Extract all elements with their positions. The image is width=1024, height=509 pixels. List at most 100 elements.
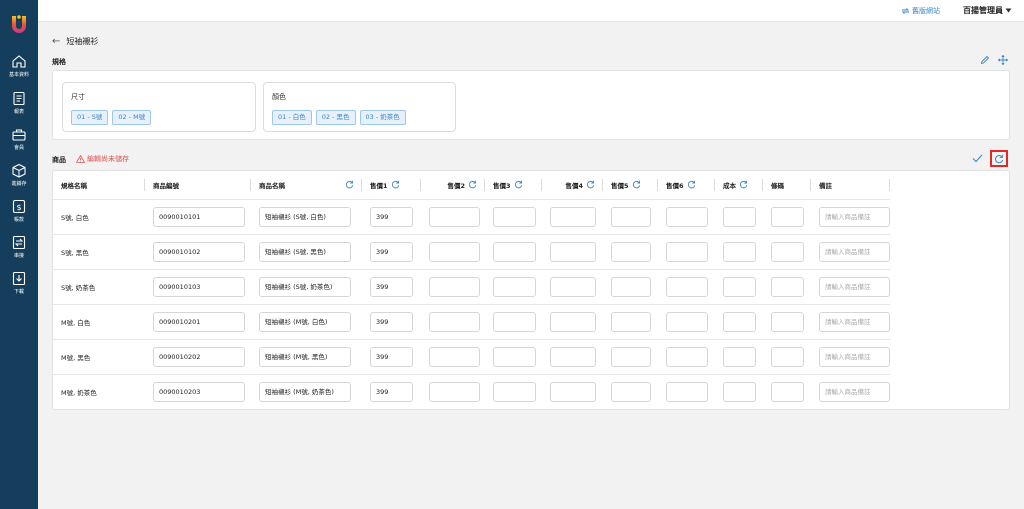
edit-icon[interactable] bbox=[980, 55, 990, 65]
barcode-input[interactable] bbox=[771, 241, 804, 262]
price3-input[interactable] bbox=[493, 381, 536, 402]
price3-input[interactable] bbox=[493, 346, 536, 367]
price1-input[interactable]: 399 bbox=[370, 206, 413, 227]
note-input[interactable]: 請輸入商品備註 bbox=[819, 381, 890, 402]
price5-input[interactable] bbox=[611, 206, 651, 227]
cost-input[interactable] bbox=[723, 276, 756, 297]
product-code-input[interactable]: 0090010201 bbox=[153, 311, 245, 332]
sidebar-item-members[interactable]: 會員 bbox=[0, 127, 38, 167]
cost-input[interactable] bbox=[723, 311, 756, 332]
price5-input[interactable] bbox=[611, 276, 651, 297]
price4-input[interactable] bbox=[550, 346, 596, 367]
app-logo[interactable] bbox=[10, 14, 28, 36]
price3-input[interactable] bbox=[493, 311, 536, 332]
refresh-icon[interactable] bbox=[739, 180, 748, 189]
price5-input[interactable] bbox=[611, 241, 651, 262]
cost-input[interactable] bbox=[723, 381, 756, 402]
refresh-icon[interactable] bbox=[632, 180, 641, 189]
price1-input[interactable]: 399 bbox=[370, 381, 413, 402]
sidebar-item-reports[interactable]: 報表 bbox=[0, 91, 38, 131]
product-name-input[interactable]: 短袖襯衫 (S號, 白色) bbox=[259, 206, 351, 227]
price6-input[interactable] bbox=[666, 206, 708, 227]
price6-input[interactable] bbox=[666, 276, 708, 297]
price2-input[interactable] bbox=[429, 206, 480, 227]
price3-input[interactable] bbox=[493, 206, 536, 227]
product-name-input[interactable]: 短袖襯衫 (M號, 黑色) bbox=[259, 346, 351, 367]
spec-chip[interactable]: 02 - 黑色 bbox=[315, 110, 356, 125]
spec-cell: S號, 奶茶色 bbox=[53, 269, 145, 305]
price2-input[interactable] bbox=[429, 311, 480, 332]
sidebar-item-accounts[interactable]: $ 帳款 bbox=[0, 199, 38, 239]
note-input[interactable]: 請輸入商品備註 bbox=[819, 276, 890, 297]
barcode-input[interactable] bbox=[771, 346, 804, 367]
product-name-input[interactable]: 短袖襯衫 (M號, 白色) bbox=[259, 311, 351, 332]
save-button[interactable] bbox=[970, 152, 984, 166]
price1-input[interactable]: 399 bbox=[370, 311, 413, 332]
refresh-icon[interactable] bbox=[514, 180, 523, 189]
price3-input[interactable] bbox=[493, 241, 536, 262]
cost-input[interactable] bbox=[723, 206, 756, 227]
product-name-input[interactable]: 短袖襯衫 (S號, 黑色) bbox=[259, 241, 351, 262]
note-input[interactable]: 請輸入商品備註 bbox=[819, 241, 890, 262]
refresh-icon[interactable] bbox=[391, 180, 400, 189]
price2-input[interactable] bbox=[429, 381, 480, 402]
move-icon[interactable] bbox=[998, 55, 1008, 65]
price5-input[interactable] bbox=[611, 346, 651, 367]
refresh-icon[interactable] bbox=[345, 180, 354, 189]
price6-input[interactable] bbox=[666, 346, 708, 367]
product-code-input[interactable]: 0090010102 bbox=[153, 241, 245, 262]
price1-input[interactable]: 399 bbox=[370, 346, 413, 367]
price5-input[interactable] bbox=[611, 381, 651, 402]
caret-down-icon bbox=[1005, 8, 1012, 13]
refresh-icon[interactable] bbox=[586, 180, 595, 189]
price4-input[interactable] bbox=[550, 206, 596, 227]
refresh-icon[interactable] bbox=[468, 180, 477, 189]
price1-input[interactable]: 399 bbox=[370, 276, 413, 297]
refresh-icon[interactable] bbox=[687, 180, 696, 189]
price5-input[interactable] bbox=[611, 311, 651, 332]
price4-input[interactable] bbox=[550, 241, 596, 262]
price6-input[interactable] bbox=[666, 311, 708, 332]
product-code-input[interactable]: 0090010202 bbox=[153, 346, 245, 367]
price4-input[interactable] bbox=[550, 276, 596, 297]
price2-input[interactable] bbox=[429, 346, 480, 367]
spec-chip[interactable]: 02 - M號 bbox=[112, 110, 152, 125]
barcode-input[interactable] bbox=[771, 381, 804, 402]
barcode-input[interactable] bbox=[771, 311, 804, 332]
product-name-input[interactable]: 短袖襯衫 (S號, 奶茶色) bbox=[259, 276, 351, 297]
barcode-input[interactable] bbox=[771, 206, 804, 227]
price2-input[interactable] bbox=[429, 241, 480, 262]
spec-chip[interactable]: 01 - S號 bbox=[71, 110, 109, 125]
price2-input[interactable] bbox=[429, 276, 480, 297]
old-site-link[interactable]: 舊版網站 bbox=[901, 6, 940, 16]
spec-chip[interactable]: 01 - 白色 bbox=[272, 110, 312, 125]
barcode-input[interactable] bbox=[771, 276, 804, 297]
sidebar-item-inventory[interactable]: 進銷存 bbox=[0, 163, 38, 203]
product-name-input[interactable]: 短袖襯衫 (M號, 奶茶色) bbox=[259, 381, 351, 402]
refresh-icon bbox=[995, 154, 1004, 163]
price6-input[interactable] bbox=[666, 381, 708, 402]
product-code-input[interactable]: 0090010103 bbox=[153, 276, 245, 297]
sidebar-item-download[interactable]: 下載 bbox=[0, 271, 38, 311]
price3-input[interactable] bbox=[493, 276, 536, 297]
price6-input[interactable] bbox=[666, 241, 708, 262]
price1-input[interactable]: 399 bbox=[370, 241, 413, 262]
product-code-input[interactable]: 0090010101 bbox=[153, 206, 245, 227]
sidebar-item-integration[interactable]: 串接 bbox=[0, 235, 38, 275]
product-code-input[interactable]: 0090010203 bbox=[153, 381, 245, 402]
table-header-row: 規格名稱 商品編號 商品名稱 售價1 售價2 售價3 售價4 售價5 售價6 成… bbox=[53, 171, 890, 200]
spec-chip[interactable]: 03 - 奶茶色 bbox=[359, 110, 406, 125]
user-menu[interactable]: 百揚管理員 bbox=[963, 5, 1012, 16]
spec-cell: M號, 黑色 bbox=[53, 339, 145, 375]
note-input[interactable]: 請輸入商品備註 bbox=[819, 346, 890, 367]
note-input[interactable]: 請輸入商品備註 bbox=[819, 206, 890, 227]
price4-input[interactable] bbox=[550, 311, 596, 332]
price4-input[interactable] bbox=[550, 381, 596, 402]
table-row: S號, 奶茶色 0090010103 短袖襯衫 (S號, 奶茶色) 399 請輸… bbox=[53, 269, 890, 305]
reset-button[interactable] bbox=[990, 150, 1008, 167]
note-input[interactable]: 請輸入商品備註 bbox=[819, 311, 890, 332]
sidebar-item-basic-data[interactable]: 基本資料 bbox=[0, 54, 38, 94]
cost-input[interactable] bbox=[723, 346, 756, 367]
back-arrow-icon[interactable]: ← bbox=[52, 36, 60, 47]
cost-input[interactable] bbox=[723, 241, 756, 262]
